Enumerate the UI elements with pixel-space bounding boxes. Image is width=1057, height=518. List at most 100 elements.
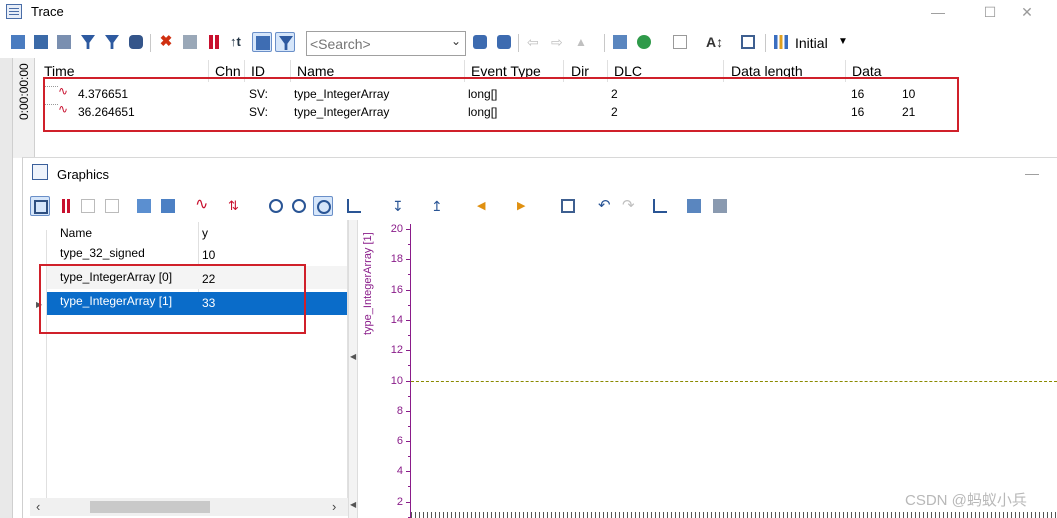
time-strip: 0:00:00:00	[13, 58, 35, 158]
close-button[interactable]: ✕	[1017, 3, 1037, 21]
find-prev-icon[interactable]	[470, 32, 490, 52]
detail-icon[interactable]	[180, 32, 200, 52]
y-tick	[406, 441, 410, 442]
signal-icon[interactable]	[134, 196, 154, 216]
color-icon[interactable]	[634, 32, 654, 52]
zoom-out-icon[interactable]	[266, 196, 286, 216]
trace-window-icon	[6, 4, 22, 19]
y-axis-title: type_IntegerArray [1]	[362, 232, 374, 335]
trace-toolbar: ✖ ↑t ⌄ ⇦ ⇨ ▲ A↕ Initial ▼	[0, 28, 1057, 58]
filter-icon[interactable]	[78, 32, 98, 52]
chart-icon[interactable]	[344, 196, 364, 216]
zoom-in-icon[interactable]	[289, 196, 309, 216]
cursor-icon[interactable]: ↧	[389, 196, 409, 216]
arrow-left-icon[interactable]: ⇦	[524, 32, 544, 52]
left-dock-gutter	[0, 58, 13, 518]
minimize-button[interactable]: —	[928, 3, 948, 21]
font-icon[interactable]: A↕	[703, 32, 723, 52]
y-minor-tick	[408, 365, 410, 366]
horizontal-scrollbar[interactable]: ‹ ›	[30, 498, 348, 516]
arrow-right-icon[interactable]: ⇨	[548, 32, 568, 52]
redo-icon[interactable]: ↷	[619, 196, 639, 216]
graphics-titlebar: Graphics —	[22, 158, 1057, 190]
time-format-icon[interactable]: ↑t	[227, 32, 247, 52]
filter-set-label[interactable]: Initial	[795, 35, 828, 51]
find-next-icon[interactable]	[494, 32, 514, 52]
highlight-box	[43, 77, 959, 132]
trace-title: Trace	[31, 4, 64, 19]
search-combobox[interactable]: ⌄	[306, 31, 466, 56]
search-input[interactable]	[310, 35, 438, 52]
y-minor-tick	[408, 305, 410, 306]
y-tick-label: 4	[396, 465, 403, 477]
pause-icon[interactable]	[56, 196, 76, 216]
signal-add-icon[interactable]	[158, 196, 178, 216]
axis-icon[interactable]: ⇅	[225, 196, 245, 216]
signal-list: Name y type_32_signed 10 type_IntegerArr…	[30, 220, 348, 500]
y-minor-tick	[408, 335, 410, 336]
zoom-box-icon[interactable]	[313, 196, 333, 216]
chevron-down-icon[interactable]: ⌄	[451, 34, 461, 48]
next-icon[interactable]: ▶	[514, 196, 534, 216]
window-icon[interactable]	[558, 196, 578, 216]
highlight-box	[39, 264, 306, 334]
filter-set-dropdown-icon[interactable]: ▼	[838, 36, 848, 47]
y-minor-tick	[408, 244, 410, 245]
y-minor-tick	[408, 486, 410, 487]
scroll-right-icon[interactable]: ›	[332, 499, 336, 514]
collapse-icon[interactable]: ◀	[350, 352, 356, 361]
signal-value: 10	[202, 248, 216, 262]
layout-icon[interactable]	[670, 32, 690, 52]
expand-icon[interactable]	[54, 32, 74, 52]
graph-icon[interactable]	[650, 196, 670, 216]
graphics-window-icon	[32, 164, 48, 180]
find-icon[interactable]	[126, 32, 146, 52]
y-tick	[406, 381, 410, 382]
options-icon[interactable]	[710, 196, 730, 216]
y-tick-label: 18	[390, 253, 403, 265]
y-tick-label: 14	[390, 314, 403, 326]
signal-row[interactable]: type_32_signed 10	[47, 242, 347, 265]
prev-icon[interactable]: ◀	[474, 196, 494, 216]
col-y[interactable]: y	[202, 226, 208, 240]
undo-icon[interactable]: ↶	[595, 196, 615, 216]
pause-icon[interactable]	[204, 32, 224, 52]
fit-icon[interactable]	[78, 196, 98, 216]
scroll-left-icon[interactable]: ‹	[36, 499, 40, 514]
y-tick-label: 20	[390, 223, 403, 235]
columns-icon[interactable]	[31, 32, 51, 52]
clear-icon[interactable]: ✖	[156, 32, 176, 52]
line-type-icon[interactable]: ∿	[192, 196, 212, 216]
y-tick-label: 8	[396, 405, 403, 417]
y-tick-label: 10	[390, 375, 403, 387]
y-minor-tick	[408, 456, 410, 457]
autoscroll-icon[interactable]	[252, 32, 272, 52]
window-icon[interactable]	[738, 32, 758, 52]
value-line	[411, 381, 1057, 382]
filter-remove-icon[interactable]	[102, 32, 122, 52]
fit-all-icon[interactable]	[102, 196, 122, 216]
scroll-thumb[interactable]	[90, 501, 210, 513]
y-minor-tick	[408, 426, 410, 427]
plot-area[interactable]	[358, 220, 1057, 518]
y-tick	[406, 502, 410, 503]
y-minor-tick	[408, 274, 410, 275]
export-icon[interactable]	[610, 32, 630, 52]
cursor2-icon[interactable]: ↥	[428, 196, 448, 216]
y-tick-label: 16	[390, 284, 403, 296]
splitter[interactable]: ◀ ◀	[348, 220, 358, 518]
config-icon[interactable]	[8, 32, 28, 52]
export-icon[interactable]	[684, 196, 704, 216]
maximize-button[interactable]: ☐	[980, 3, 1000, 21]
filter-set-icon[interactable]	[771, 32, 791, 52]
col-name[interactable]: Name	[60, 226, 92, 240]
graphics-minimize-button[interactable]: —	[1022, 164, 1042, 182]
marker-icon[interactable]: ▲	[572, 32, 592, 52]
layout-icon[interactable]	[30, 196, 50, 216]
collapse-icon[interactable]: ◀	[350, 500, 356, 509]
y-tick	[406, 411, 410, 412]
filter-active-icon[interactable]	[275, 32, 295, 52]
y-tick	[406, 471, 410, 472]
trace-titlebar: Trace — ☐ ✕	[0, 0, 1057, 26]
y-minor-tick	[408, 396, 410, 397]
